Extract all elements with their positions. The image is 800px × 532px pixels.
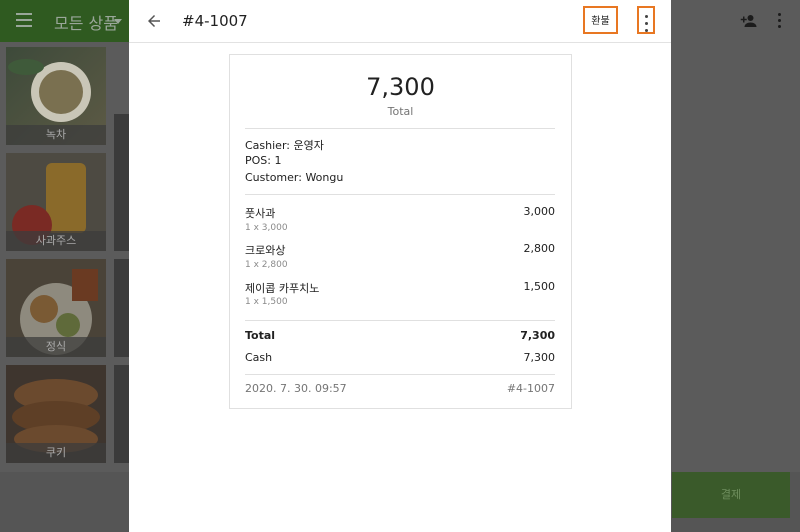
line-item-price: 3,000 <box>523 205 556 218</box>
product-grid: 녹차 사과주스 정식 쿠키 <box>0 42 130 472</box>
cashier-line: Cashier: 운영자 <box>245 139 324 152</box>
product-tile-label: 녹차 <box>6 125 106 145</box>
product-tile[interactable]: 정식 <box>6 259 106 357</box>
line-item-name: 제이콥 카푸치노 <box>245 282 320 295</box>
product-tile-partial[interactable] <box>114 259 130 357</box>
refund-button[interactable]: 환불 <box>583 6 618 34</box>
product-tile[interactable]: 녹차 <box>6 47 106 145</box>
back-arrow-icon[interactable] <box>145 12 163 30</box>
line-item-qty: 1 x 1,500 <box>245 297 288 307</box>
total-amount: 7,300 <box>366 73 435 101</box>
total-value: 7,300 <box>520 329 555 342</box>
pay-button[interactable]: 결제 <box>672 472 790 518</box>
line-item-price: 2,800 <box>523 242 556 255</box>
total-label: Total <box>245 329 276 342</box>
total-caption: Total <box>387 105 414 118</box>
line-item-qty: 1 x 2,800 <box>245 260 288 270</box>
receipt-card: 7,300 Total Cashier: 운영자 POS: 1 Customer… <box>229 54 572 409</box>
receipt-number: #4-1007 <box>506 382 555 395</box>
product-tile-label: 쿠키 <box>6 443 106 463</box>
dialog-toolbar: #4-1007 환불 <box>129 0 671 43</box>
add-customer-icon[interactable] <box>740 12 758 30</box>
divider <box>245 128 555 129</box>
menu-icon[interactable] <box>16 13 32 27</box>
divider <box>245 320 555 321</box>
pos-line: POS: 1 <box>245 154 282 167</box>
line-item-qty: 1 x 3,000 <box>245 223 288 233</box>
category-selector[interactable]: 모든 상품 <box>54 10 118 34</box>
product-tile[interactable]: 쿠키 <box>6 365 106 463</box>
line-item-name: 풋사과 <box>245 207 276 220</box>
line-item-price: 1,500 <box>523 280 556 293</box>
cash-value: 7,300 <box>523 351 556 364</box>
product-tile-label: 정식 <box>6 337 106 357</box>
more-vert-icon[interactable] <box>778 13 782 29</box>
divider <box>245 194 555 195</box>
receipt-dialog: #4-1007 환불 7,300 Total Cashier: 운영자 POS:… <box>129 0 671 532</box>
receipt-date: 2020. 7. 30. 09:57 <box>245 382 347 395</box>
product-tile-partial[interactable] <box>114 153 130 251</box>
receipt-title: #4-1007 <box>182 12 248 30</box>
product-tile-partial[interactable] <box>114 365 130 463</box>
category-bar: 모든 상품 <box>0 0 130 42</box>
line-item-name: 크로와상 <box>245 244 286 257</box>
chevron-down-icon[interactable] <box>114 19 122 24</box>
divider <box>245 374 555 375</box>
product-tile-label: 사과주스 <box>6 231 106 251</box>
product-tile[interactable]: 사과주스 <box>6 153 106 251</box>
cash-label: Cash <box>245 351 273 364</box>
customer-line: Customer: Wongu <box>245 171 344 184</box>
more-options-button[interactable] <box>637 6 655 34</box>
